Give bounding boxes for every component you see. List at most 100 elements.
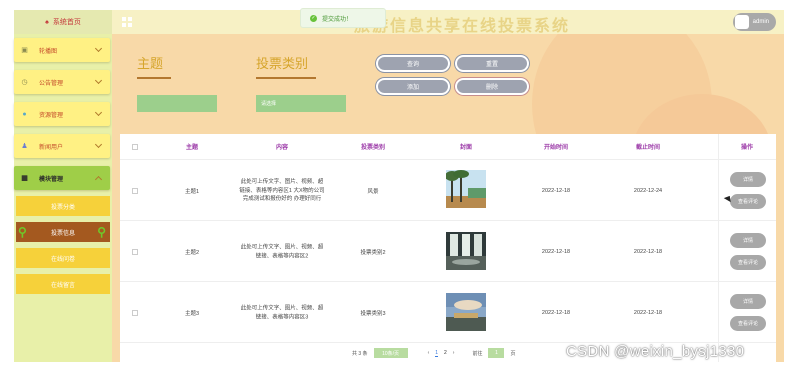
type-label: 投票类别 — [256, 56, 309, 71]
cell-start-time: 2022-12-18 — [541, 310, 571, 316]
page-size-select[interactable]: 10条/页 — [373, 348, 408, 358]
table-row: 主题1 此处可上传文字、图片、视频、超链接、表格等内容区1 大X物的公司 完成测… — [120, 161, 776, 221]
row-checkbox[interactable] — [132, 188, 138, 194]
system-title: 旅游信息共享在线投票系统 — [354, 18, 571, 35]
detail-button[interactable]: 详情 — [730, 294, 766, 309]
cell-category: 投票类别3 — [360, 311, 386, 317]
success-toast: ✓ 提交成功！ — [300, 8, 386, 28]
subject-label: 主题 — [137, 56, 164, 71]
cell-content: 此处可上传文字、图片、视频、超链接、表格等内容区1 大X物的公司 完成测试和报份… — [239, 179, 325, 203]
sidebar-item-carousel[interactable]: ▣ 轮播图 — [14, 38, 110, 62]
home-label: 系统首页 — [52, 19, 81, 26]
submenu-label: 在线留言 — [50, 282, 75, 289]
delete-button[interactable]: 删除 — [455, 78, 529, 95]
select-all-checkbox[interactable] — [132, 144, 138, 150]
cell-end-time: 2022-12-18 — [633, 310, 663, 316]
total-count: 共 3 条 — [352, 350, 368, 357]
submenu-label: 在线问卷 — [50, 256, 75, 263]
sidebar-item-label: 模块管理 — [39, 176, 64, 183]
type-select[interactable]: 请选择 — [256, 95, 346, 112]
chevron-down-icon — [94, 76, 103, 85]
cell-start-time: 2022-12-18 — [541, 188, 571, 194]
chevron-down-icon — [94, 108, 103, 117]
submenu-online-message[interactable]: 在线留言 — [16, 274, 110, 294]
user-menu[interactable]: admin — [732, 13, 776, 31]
cover-image[interactable] — [446, 293, 486, 331]
sidebar-item-notice[interactable]: ◷ 公告管理 — [14, 70, 110, 94]
pagination: 共 3 条 10条/页 ‹ 1 2 › 前往 1 页 — [352, 348, 516, 358]
type-underline — [256, 77, 316, 79]
home-icon: ♠ — [45, 18, 49, 26]
column-header: 截止时间 — [635, 145, 661, 151]
menu-toggle-icon[interactable] — [122, 17, 132, 27]
table-header: 主题 内容 投票类别 封面 开始时间 截止时间 操作 — [120, 134, 776, 160]
top-bar: ♠ 系统首页 旅游信息共享在线投票系统 admin — [14, 10, 784, 35]
submenu-online-survey[interactable]: 在线问卷 — [16, 248, 110, 268]
pin-icon: ⚲ — [18, 225, 27, 239]
next-page-button[interactable]: › — [453, 350, 455, 356]
pin-icon: ● — [22, 110, 27, 118]
sidebar-item-label: 轮播图 — [39, 48, 58, 55]
cover-image[interactable] — [446, 170, 486, 208]
user-icon: ♟ — [21, 143, 28, 150]
username: admin — [752, 19, 769, 25]
submenu-label: 投票信息 — [50, 230, 75, 237]
cell-category: 投票类别2 — [360, 250, 386, 256]
sidebar-item-users[interactable]: ♟ 新闻用户 — [14, 134, 110, 158]
cell-end-time: 2022-12-24 — [633, 188, 663, 194]
cover-image[interactable] — [446, 232, 486, 270]
row-checkbox[interactable] — [132, 310, 138, 316]
view-comments-button[interactable]: 查看评论 — [730, 255, 766, 270]
sidebar-item-resources[interactable]: ● 资源管理 — [14, 102, 110, 126]
submenu-label: 投票分类 — [50, 204, 75, 211]
reset-button[interactable]: 重置 — [455, 55, 529, 72]
cell-category: 风景 — [367, 189, 379, 195]
subject-input[interactable] — [137, 95, 217, 112]
detail-button[interactable]: 详情 — [730, 172, 766, 187]
add-button[interactable]: 添加 — [376, 78, 450, 95]
pin-icon: ⚲ — [97, 225, 106, 239]
sidebar: ▣ 轮播图 ◷ 公告管理 ● 资源管理 ♟ 新闻用户 ▦ 模块管理 投票分类 ⚲… — [14, 34, 112, 362]
page-2-button[interactable]: 2 — [444, 350, 447, 356]
sidebar-item-modules[interactable]: ▦ 模块管理 — [14, 166, 110, 190]
image-icon: ▣ — [21, 47, 28, 54]
sidebar-item-label: 新闻用户 — [39, 144, 64, 151]
column-header: 封面 — [459, 145, 473, 151]
page-suffix: 页 — [510, 350, 516, 357]
row-checkbox[interactable] — [132, 249, 138, 255]
view-comments-button[interactable]: 查看评论 — [730, 316, 766, 331]
page-1-button[interactable]: 1 — [435, 350, 439, 357]
watermark: CSDN @weixin_bysj1330 — [566, 343, 745, 360]
column-header: 内容 — [275, 145, 289, 151]
table-row: 主题2 此处可上传文字、图片、视频、超链接、表格等内容区2 投票类别2 2022… — [120, 222, 776, 282]
chevron-up-icon — [94, 175, 103, 184]
cell-content: 此处可上传文字、图片、视频、超链接、表格等内容区2 — [240, 244, 324, 259]
avatar — [734, 15, 749, 29]
sidebar-item-label: 公告管理 — [39, 80, 64, 87]
submenu-vote-info[interactable]: ⚲ 投票信息 ⚲ — [16, 222, 110, 242]
home-link[interactable]: ♠ 系统首页 — [14, 10, 112, 34]
view-comments-button[interactable]: 查看评论 — [730, 194, 766, 209]
column-header: 开始时间 — [543, 145, 569, 151]
cell-subject: 主题2 — [184, 250, 200, 256]
cell-subject: 主题3 — [184, 311, 200, 317]
query-button[interactable]: 查询 — [376, 55, 450, 72]
goto-label: 前往 — [472, 350, 483, 357]
submenu-vote-category[interactable]: 投票分类 — [16, 196, 110, 216]
cell-subject: 主题1 — [184, 189, 200, 195]
operations-column: 详情 查看评论 详情 查看评论 详情 查看评论 — [718, 134, 776, 362]
cell-content: 此处可上传文字、图片、视频、超链接、表格等内容区3 — [240, 305, 324, 320]
data-table: 主题 内容 投票类别 封面 开始时间 截止时间 操作 主题1 此处可上传文字、图… — [120, 134, 776, 362]
goto-page-input[interactable]: 1 — [488, 348, 505, 358]
clock-icon: ◷ — [21, 79, 28, 86]
chevron-down-icon — [94, 140, 103, 149]
grid-icon: ▦ — [21, 175, 28, 182]
chevron-down-icon — [94, 44, 103, 53]
column-header: 投票类别 — [360, 145, 386, 151]
cell-start-time: 2022-12-18 — [541, 249, 571, 255]
column-header: 主题 — [185, 145, 199, 151]
table-row: 主题3 此处可上传文字、图片、视频、超链接、表格等内容区3 投票类别3 2022… — [120, 283, 776, 343]
detail-button[interactable]: 详情 — [730, 233, 766, 248]
prev-page-button[interactable]: ‹ — [428, 350, 430, 356]
main-content: 主题 投票类别 请选择 查询 重置 添加 删除 主题 内容 投票类别 封面 开始… — [112, 34, 784, 362]
